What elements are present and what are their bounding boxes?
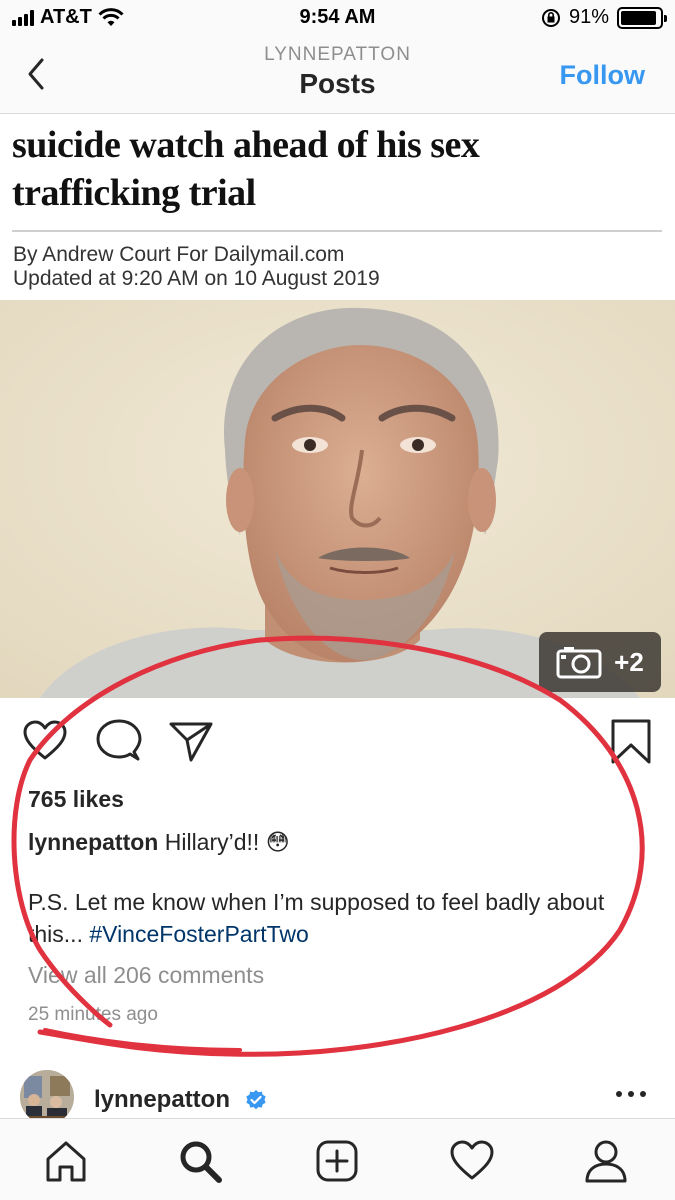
caption-text: Hillary’d!! 😳 bbox=[164, 829, 290, 855]
caption-ps: P.S. Let me know when I’m supposed to fe… bbox=[28, 886, 648, 950]
article-divider bbox=[12, 230, 662, 232]
post-actions bbox=[0, 700, 675, 780]
view-comments-link[interactable]: View all 206 comments bbox=[28, 962, 264, 989]
bottom-tab-bar bbox=[0, 1118, 675, 1200]
article-headline: suicide watch ahead of his sex trafficki… bbox=[12, 121, 652, 217]
photo-count: +2 bbox=[614, 646, 644, 677]
battery-percent: 91% bbox=[568, 6, 609, 28]
profile-icon[interactable] bbox=[584, 1139, 628, 1183]
status-bar: AT&T 9:54 AM 91% bbox=[0, 0, 675, 36]
search-icon[interactable] bbox=[178, 1139, 222, 1183]
add-icon[interactable] bbox=[315, 1139, 359, 1183]
comment-icon[interactable] bbox=[96, 718, 142, 764]
camera-icon bbox=[556, 647, 602, 679]
post-photo[interactable]: +2 bbox=[0, 300, 675, 698]
hashtag-link[interactable]: #VinceFosterPartTwo bbox=[89, 921, 308, 947]
status-right: 91% bbox=[541, 6, 667, 29]
battery-icon bbox=[617, 6, 667, 29]
activity-heart-icon[interactable] bbox=[450, 1139, 494, 1183]
next-post-username[interactable]: lynnepatton bbox=[94, 1086, 230, 1114]
heart-icon[interactable] bbox=[22, 718, 68, 764]
follow-button[interactable]: Follow bbox=[560, 60, 645, 91]
headline-line-1: suicide watch ahead of his sex bbox=[12, 124, 480, 166]
more-options-icon[interactable] bbox=[611, 1084, 651, 1104]
headline-line-2: trafficking trial bbox=[12, 172, 256, 214]
home-icon[interactable] bbox=[44, 1139, 88, 1183]
bookmark-icon[interactable] bbox=[608, 718, 654, 764]
post-timestamp: 25 minutes ago bbox=[28, 1004, 158, 1025]
next-post-header: lynnepatton bbox=[0, 1064, 675, 1124]
likes-count[interactable]: 765 likes bbox=[28, 786, 124, 813]
share-icon[interactable] bbox=[168, 718, 214, 764]
byline-author: By Andrew Court For Dailymail.com bbox=[13, 243, 345, 266]
verified-badge-icon bbox=[246, 1090, 266, 1110]
article-byline: By Andrew Court For Dailymail.com Update… bbox=[13, 243, 380, 291]
byline-updated: Updated at 9:20 AM on 10 August 2019 bbox=[13, 267, 380, 290]
article-snippet: suicide watch ahead of his sex trafficki… bbox=[0, 115, 675, 300]
post-caption: lynnepatton Hillary’d!! 😳 P.S. Let me kn… bbox=[28, 826, 648, 950]
nav-header: LYNNEPATTON Posts Follow bbox=[0, 36, 675, 114]
avatar-image bbox=[20, 1070, 74, 1124]
avatar[interactable] bbox=[20, 1070, 74, 1124]
multiple-photos-badge: +2 bbox=[539, 632, 661, 692]
battery-fill bbox=[621, 10, 656, 25]
orientation-lock-icon bbox=[541, 8, 560, 27]
caption-username[interactable]: lynnepatton bbox=[28, 829, 158, 855]
